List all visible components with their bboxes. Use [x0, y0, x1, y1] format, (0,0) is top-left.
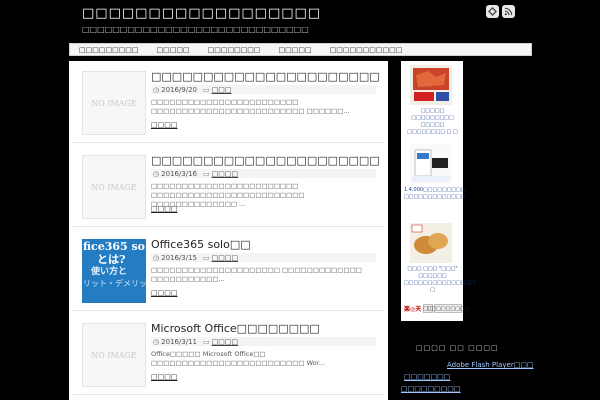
- post-thumbnail[interactable]: NO IMAGE: [82, 155, 146, 219]
- post-date: 2016/3/16: [161, 169, 198, 178]
- site-tagline: □□□□□□□□□□□□□□□□□□□□□□□□□□□□□□: [82, 25, 309, 34]
- sidebar-ad-widget: □□□□□ □□□□□□□□□ □□□□□ □□□□□□□□ □ □ 1.4,0…: [401, 61, 475, 321]
- post-item: fice365 so とは? 使い方と リット・デメリッ Office365 s…: [69, 229, 388, 303]
- folder-icon: ▭: [203, 253, 210, 262]
- folder-icon: ▭: [203, 169, 210, 178]
- nav-item-1[interactable]: □□□□□□□□□: [70, 46, 148, 54]
- clock-icon: ◷: [153, 169, 160, 178]
- post-excerpt: □□□□□□□□□□□□□□□□□□□□□ □□□□□□□□□□□□□ □□□□…: [151, 266, 362, 283]
- post-thumbnail[interactable]: NO IMAGE: [82, 71, 146, 135]
- post-divider: [73, 226, 385, 227]
- global-nav: □□□□□□□□□ □□□□□ □□□□□□□□ □□□□□ □□□□□□□□□…: [69, 43, 532, 56]
- folder-icon: ▭: [203, 85, 210, 94]
- post-divider: [73, 142, 385, 143]
- post-item: NO IMAGE Microsoft Office□□□□□□□□ ◷ 2016…: [69, 313, 388, 387]
- clock-icon: ◷: [153, 253, 160, 262]
- post-item: NO IMAGE □□□□□□□□□□□□□□□□□□□□□□ ◷ 2016/3…: [69, 145, 388, 219]
- main-content: NO IMAGE □□□□□□□□□□□□□□□□□□□□□□ ◷ 2016/9…: [69, 61, 388, 400]
- post-divider: [73, 394, 385, 395]
- thumbnail-text: fice365 so: [83, 240, 146, 253]
- ad-image-crab[interactable]: [410, 65, 452, 105]
- post-date: 2016/3/15: [161, 253, 198, 262]
- ad-image-device[interactable]: [410, 144, 452, 184]
- thumbnail-text: リット・デメリッ: [83, 279, 147, 288]
- rss-icon[interactable]: [502, 5, 515, 18]
- post-date: 2016/9/20: [161, 85, 198, 94]
- nav-item-5[interactable]: □□□□□□□□□□□: [321, 46, 412, 54]
- nav-item-2[interactable]: □□□□□: [148, 46, 199, 54]
- post-thumbnail-office365[interactable]: fice365 so とは? 使い方と リット・デメリッ: [82, 239, 147, 303]
- sidebar-link[interactable]: Adobe Flash Player□□□: [447, 361, 534, 369]
- post-title[interactable]: □□□□□□□□□□□□□□□□□□□□□□: [151, 154, 380, 167]
- post-divider: [73, 310, 385, 311]
- ad-about-button[interactable]: □□□□□□□□□: [427, 304, 469, 313]
- post-excerpt: □□□□□□□□□□□□□□□□□□□□□□□□ □□□□□□□□□□□□□□□…: [151, 98, 350, 115]
- thumbnail-text: とは?: [97, 253, 126, 266]
- read-more-link[interactable]: □□□□: [151, 121, 177, 129]
- post-title[interactable]: □□□□□□□□□□□□□□□□□□□□□□: [151, 70, 380, 83]
- post-meta: ◷ 2016/9/20 ▭ □□□: [151, 85, 376, 94]
- clock-icon: ◷: [153, 337, 160, 346]
- read-more-link[interactable]: □□□□: [151, 289, 177, 297]
- ad-text[interactable]: □□□□□ □□□□□□□□□ □□□□□ □□□□□□□□ □ □: [404, 108, 461, 136]
- clock-icon: ◷: [153, 85, 160, 94]
- post-category[interactable]: □□□□: [212, 338, 238, 346]
- post-meta: ◷ 2016/3/15 ▭ □□□□: [151, 253, 376, 262]
- post-meta: ◷ 2016/3/11 ▭ □□□□: [151, 337, 376, 346]
- sidebar-link[interactable]: □□□□□□□: [404, 373, 450, 381]
- nav-item-4[interactable]: □□□□□: [270, 46, 321, 54]
- read-more-link[interactable]: □□□□: [151, 373, 177, 381]
- post-category[interactable]: □□□: [212, 86, 232, 94]
- read-more-link[interactable]: □□□□: [151, 205, 177, 213]
- ad-text[interactable]: 1.4,000□□□□□□□□□ □□□□□□□□□□□□□: [404, 187, 466, 201]
- rakuten-logo[interactable]: 楽◎天: [404, 304, 421, 313]
- post-item: NO IMAGE □□□□□□□□□□□□□□□□□□□□□□ ◷ 2016/9…: [69, 61, 388, 135]
- thumbnail-text: 使い方と: [91, 267, 128, 277]
- sidebar-link[interactable]: □□□□□□□□□: [401, 385, 461, 393]
- sidebar-heading: □□□□ □□ □□□□: [416, 344, 499, 352]
- nav-item-3[interactable]: □□□□□□□□: [199, 46, 270, 54]
- folder-icon: ▭: [203, 337, 210, 346]
- site-title[interactable]: □□□□□□□□□□□□□□□□□□: [82, 6, 321, 21]
- feedly-icon[interactable]: [486, 5, 499, 18]
- post-category[interactable]: □□□□: [212, 254, 238, 262]
- post-title[interactable]: Microsoft Office□□□□□□□□: [151, 322, 320, 335]
- post-excerpt: Office□□□□□ Microsoft Office□□ □□□□□□□□□…: [151, 350, 325, 367]
- post-date: 2016/3/11: [161, 337, 198, 346]
- ad-image-food[interactable]: [410, 223, 452, 263]
- post-title[interactable]: Office365 solo□□: [151, 238, 251, 251]
- ad-text[interactable]: □□□ □□□ "□□□" □□□□□□ □□□□□□□□□□□□□□□ □: [404, 266, 475, 294]
- post-thumbnail[interactable]: NO IMAGE: [82, 323, 146, 387]
- post-excerpt: □□□□□□□□□□□□□□□□□□□□□□□□ □□□□□□□□□□□□□□□…: [151, 182, 305, 208]
- post-meta: ◷ 2016/3/16 ▭ □□□□: [151, 169, 376, 178]
- post-category[interactable]: □□□□: [212, 170, 238, 178]
